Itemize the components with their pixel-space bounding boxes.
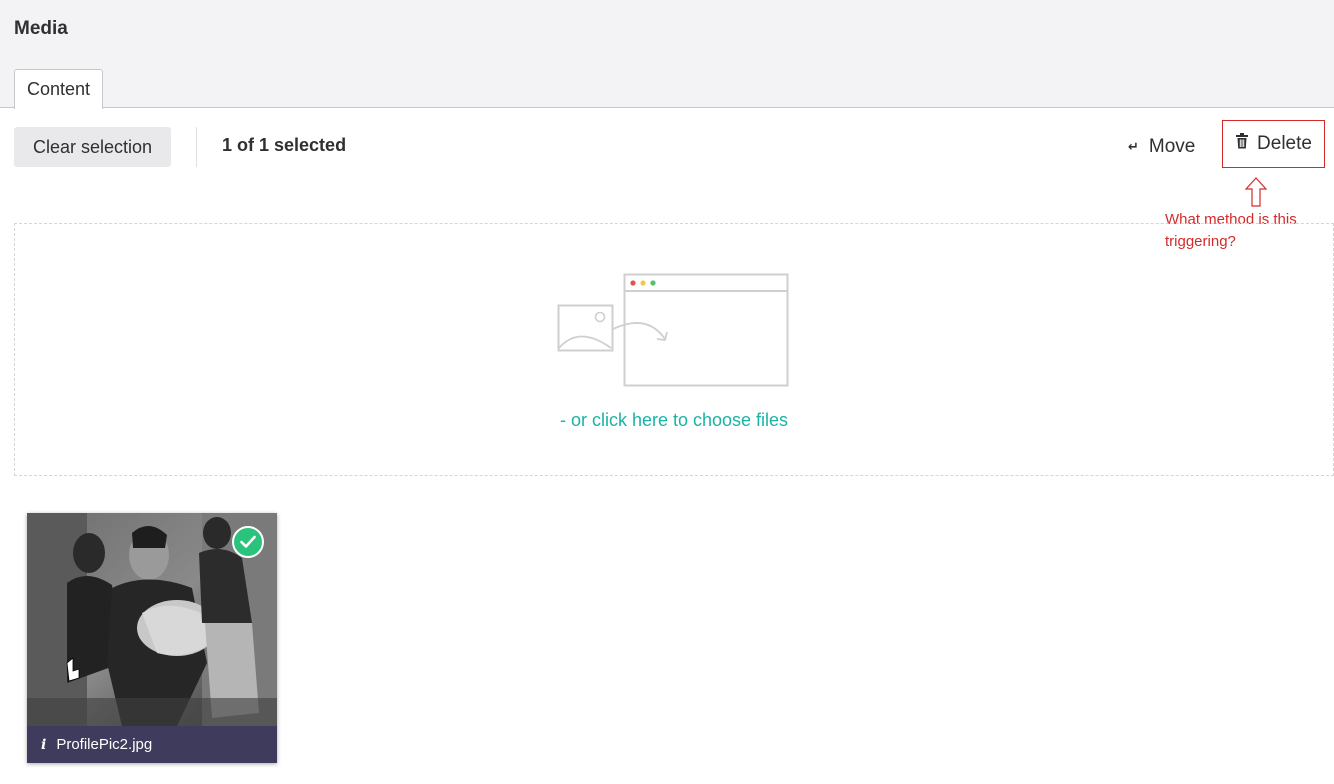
choose-files-link[interactable]: - or click here to choose files — [15, 410, 1333, 431]
upload-illustration-icon — [557, 273, 791, 394]
delete-label: Delete — [1257, 133, 1312, 154]
page-header: Media Content — [0, 0, 1334, 109]
selected-check-icon[interactable] — [232, 526, 264, 558]
annotation-arrow-icon — [1244, 177, 1268, 212]
media-item-card[interactable]: i ProfilePic2.jpg — [27, 513, 277, 763]
move-label: Move — [1148, 136, 1196, 157]
page-title: Media — [14, 18, 68, 39]
trash-icon — [1235, 133, 1249, 155]
selection-count: 1 of 1 selected — [222, 135, 347, 155]
media-item-name: ProfilePic2.jpg — [56, 736, 153, 753]
delete-button[interactable]: Delete — [1222, 120, 1325, 168]
upload-dropzone[interactable]: - or click here to choose files — [14, 223, 1334, 476]
toolbar-divider — [196, 127, 197, 167]
media-item-footer: i ProfilePic2.jpg — [27, 726, 277, 763]
move-icon: ↵ — [1128, 139, 1139, 154]
move-button[interactable]: ↵ Move — [1128, 127, 1195, 167]
clear-selection-button[interactable]: Clear selection — [14, 127, 171, 167]
info-icon[interactable]: i — [41, 737, 46, 753]
tab-content[interactable]: Content — [14, 69, 103, 109]
